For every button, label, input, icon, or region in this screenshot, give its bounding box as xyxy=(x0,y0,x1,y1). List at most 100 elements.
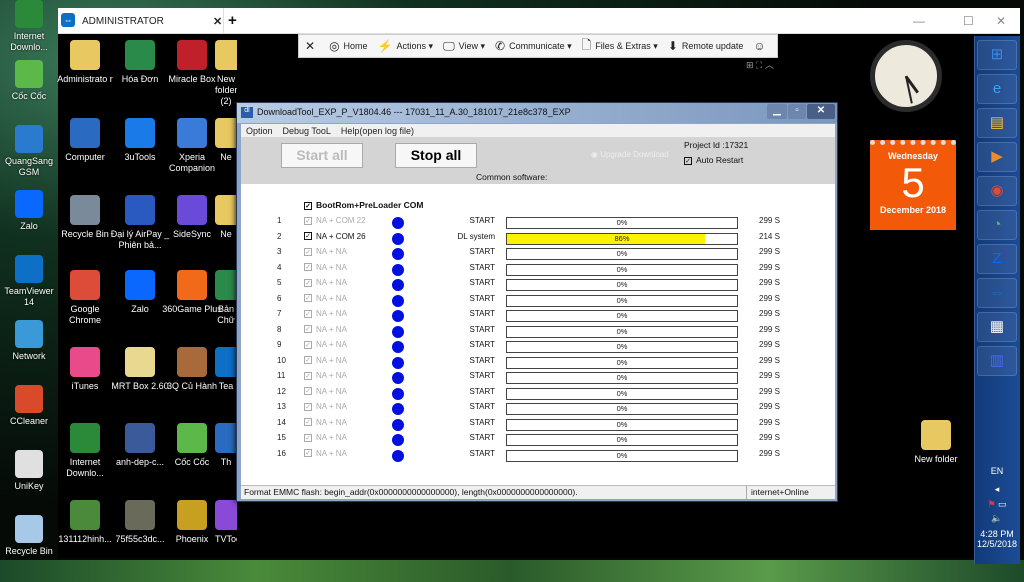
close-button[interactable]: ✕ xyxy=(996,14,1006,28)
action-center-flag-icon[interactable]: ⚑ xyxy=(987,499,995,509)
port-checkbox[interactable]: ✓ NA + NA xyxy=(304,263,347,272)
start-all-button[interactable]: Start all xyxy=(281,143,363,168)
port-checkbox[interactable]: ✓ NA + NA xyxy=(304,449,347,458)
port-checkbox[interactable]: ✓ NA + NA xyxy=(304,402,347,411)
toolbar-collapse[interactable]: ⊞ ⛶ ︿ xyxy=(746,58,778,70)
taskbar-button[interactable]: ▶ xyxy=(977,142,1017,172)
port-checkbox[interactable]: ✓ NA + COM 26 xyxy=(304,232,366,241)
toolbar-item-files-extras[interactable]: 🗋 Files & Extras ▾ xyxy=(582,36,658,57)
desktop-icon[interactable]: New folder (2) xyxy=(215,40,237,107)
stop-all-button[interactable]: Stop all xyxy=(395,143,477,168)
desktop-icon[interactable]: Recycle Bin xyxy=(0,515,58,557)
taskbar-button[interactable]: ⇔ xyxy=(977,278,1017,308)
new-tab-button[interactable]: + xyxy=(228,12,237,29)
port-checkbox[interactable]: ✓ NA + NA xyxy=(304,294,347,303)
desktop-icon-new-folder[interactable]: New folder xyxy=(906,420,966,465)
port-checkbox[interactable]: ✓ NA + NA xyxy=(304,418,347,427)
tray-time[interactable]: 4:28 PM xyxy=(974,529,1020,539)
desktop-icon[interactable]: Hóa Đơn xyxy=(110,40,170,85)
dl-minimize-button[interactable]: ▁ xyxy=(767,104,787,119)
desktop-icon[interactable]: Tea xyxy=(215,347,237,392)
toolbar-item-communicate[interactable]: ✆ Communicate ▾ xyxy=(495,39,572,53)
desktop-icon[interactable]: TVTools_Al... xyxy=(215,500,237,545)
minimize-button[interactable]: — xyxy=(913,14,925,28)
language-indicator[interactable]: EN xyxy=(974,466,1020,476)
desktop-icon[interactable]: Cốc Cốc xyxy=(0,60,58,102)
desktop-icon[interactable]: CCleaner xyxy=(0,385,58,427)
tray-date[interactable]: 12/5/2018 xyxy=(974,539,1020,549)
port-checkbox[interactable]: ✓ NA + NA xyxy=(304,309,347,318)
desktop-icon[interactable]: Google Chrome xyxy=(55,270,115,326)
network-tray-icon[interactable]: ▭ xyxy=(998,499,1007,509)
toolbar-item-close[interactable]: ✕ xyxy=(305,39,319,53)
desktop-icon[interactable]: iTunes xyxy=(55,347,115,392)
desktop-icon[interactable]: Ne xyxy=(215,118,237,163)
volume-icon[interactable]: 🔈 xyxy=(974,513,1020,524)
desktop-icon[interactable]: TeamViewer 14 xyxy=(0,255,58,308)
desktop-icon[interactable]: QuangSang GSM xyxy=(0,125,58,178)
desktop-icon[interactable]: Recycle Bin xyxy=(55,195,115,240)
desktop-icon[interactable]: 131112hinh... xyxy=(55,500,115,545)
taskbar-button[interactable]: ⊞ xyxy=(977,40,1017,70)
desktop-icon[interactable]: anh-dep-c... xyxy=(110,423,170,468)
port-checkbox[interactable]: ✓ NA + NA xyxy=(304,247,347,256)
desktop-icon[interactable]: SideSync xyxy=(162,195,222,240)
port-checkbox[interactable]: ✓ NA + NA xyxy=(304,387,347,396)
desktop-icon[interactable]: 75f55c3dc... xyxy=(110,500,170,545)
desktop-icon[interactable]: 3uTools xyxy=(110,118,170,163)
toolbar-item-smiley[interactable]: ☺ xyxy=(753,39,769,53)
desktop-icon[interactable]: UniKey xyxy=(0,450,58,492)
desktop-icon[interactable]: Ne xyxy=(215,195,237,240)
menu-item[interactable]: Option xyxy=(246,126,273,136)
bootrom-checkbox[interactable]: ✓ BootRom+PreLoader COM xyxy=(304,200,423,210)
port-time: 299 S xyxy=(759,262,780,272)
desktop-icon[interactable]: Administrato r xyxy=(55,40,115,85)
tab-close-icon[interactable]: ✕ xyxy=(213,15,222,28)
maximize-button[interactable]: ☐ xyxy=(963,14,974,28)
auto-restart-checkbox[interactable]: ✓ Auto Restart xyxy=(684,155,743,165)
desktop-icon[interactable]: Bản Chữ xyxy=(215,270,237,326)
tray-expand-icon[interactable]: ◂ xyxy=(974,484,1020,495)
desktop-icon[interactable]: Zalo xyxy=(0,190,58,232)
desktop-icon[interactable]: Internet Downlo... xyxy=(55,423,115,479)
dl-close-button[interactable]: ✕ xyxy=(807,104,835,119)
toolbar-item-view[interactable]: 🖵 View ▾ xyxy=(443,39,485,54)
progress-percent: 0% xyxy=(616,311,628,320)
desktop-icon[interactable]: Internet Downlo... xyxy=(0,0,58,53)
window-title-bar[interactable]: dl DownloadTool_EXP_P_V1804.46 --- 17031… xyxy=(237,103,837,123)
port-checkbox[interactable]: ✓ NA + NA xyxy=(304,278,347,287)
taskbar-button[interactable]: ◉ xyxy=(977,176,1017,206)
port-checkbox[interactable]: ✓ NA + COM 22 xyxy=(304,216,366,225)
desktop-icon[interactable]: Xperia Companion xyxy=(162,118,222,174)
desktop-icon[interactable]: Cốc Cốc xyxy=(162,423,222,468)
menu-item[interactable]: Help(open log file) xyxy=(341,126,414,136)
port-checkbox[interactable]: ✓ NA + NA xyxy=(304,371,347,380)
taskbar-button[interactable]: ▥ xyxy=(977,346,1017,376)
dl-maximize-button[interactable]: ▫ xyxy=(788,104,806,119)
taskbar-button[interactable]: ▦ xyxy=(977,312,1017,342)
taskbar-button[interactable]: e xyxy=(977,74,1017,104)
taskbar-button[interactable]: Z xyxy=(977,244,1017,274)
desktop-icon[interactable]: 360Game Plus xyxy=(162,270,222,315)
menu-item[interactable]: Debug TooL xyxy=(283,126,331,136)
desktop-icon[interactable]: Th xyxy=(215,423,237,468)
port-checkbox[interactable]: ✓ NA + NA xyxy=(304,325,347,334)
toolbar-item-remote-update[interactable]: ⬇ Remote update xyxy=(668,39,744,53)
tab-administrator[interactable]: ADMINISTRATOR ✕ xyxy=(76,8,224,34)
port-checkbox[interactable]: ✓ NA + NA xyxy=(304,433,347,442)
upgrade-download-radio[interactable]: ◉ Upgrade Download xyxy=(591,150,669,159)
port-checkbox[interactable]: ✓ NA + NA xyxy=(304,340,347,349)
desktop-icon[interactable]: Phoenix xyxy=(162,500,222,545)
taskbar-button[interactable]: ▤ xyxy=(977,108,1017,138)
toolbar-item-home[interactable]: ◎ Home xyxy=(329,39,368,53)
desktop-icon[interactable]: MRT Box 2.60 xyxy=(110,347,170,392)
desktop-icon[interactable]: Network xyxy=(0,320,58,362)
port-checkbox[interactable]: ✓ NA + NA xyxy=(304,356,347,365)
taskbar-button[interactable]: ◔ xyxy=(977,210,1017,240)
desktop-icon[interactable]: 3Q Củ Hành xyxy=(162,347,222,392)
desktop-icon[interactable]: Đại lý AirPay _ Phiên bả... xyxy=(110,195,170,251)
desktop-icon[interactable]: Zalo xyxy=(110,270,170,315)
desktop-icon[interactable]: Computer xyxy=(55,118,115,163)
desktop-icon[interactable]: Miracle Box xyxy=(162,40,222,85)
toolbar-item-actions[interactable]: ⚡ Actions ▾ xyxy=(378,39,434,53)
